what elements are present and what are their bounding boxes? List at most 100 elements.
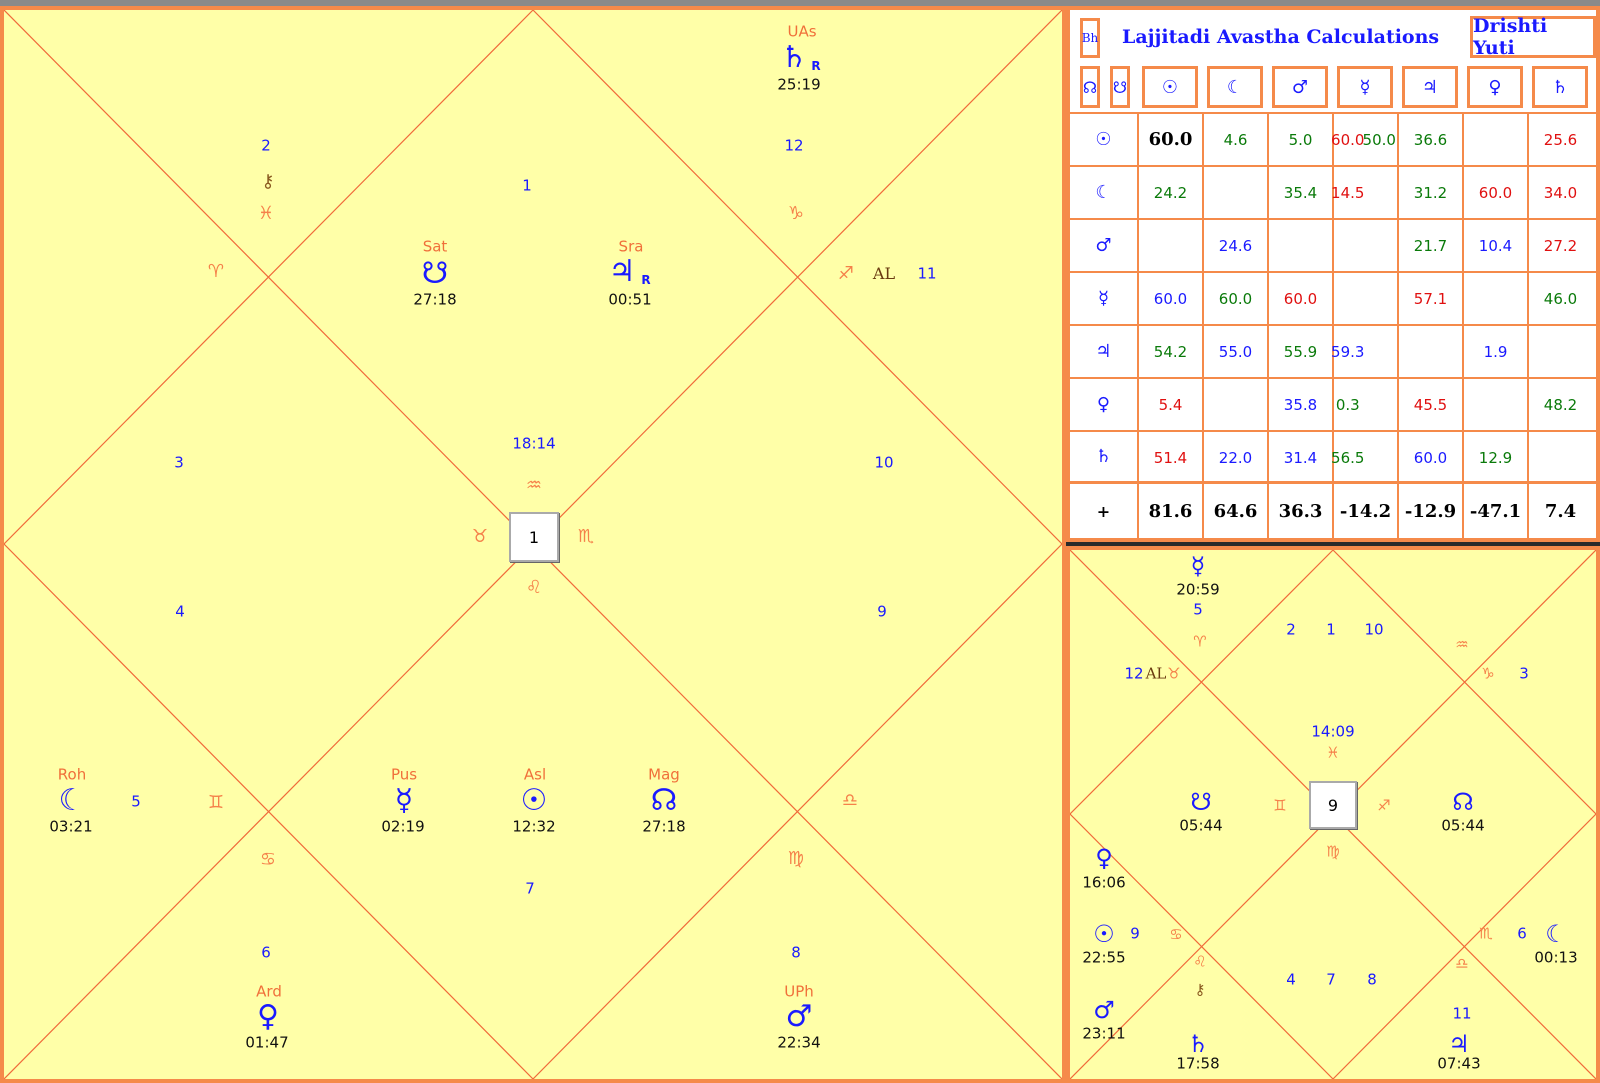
- navamsa-moon-icon[interactable]: ☾: [1545, 922, 1567, 946]
- table-cell: 48.2: [1543, 395, 1578, 414]
- navamsa-mercury-icon[interactable]: ☿: [1191, 554, 1206, 578]
- row-header-mars: ♂: [1095, 235, 1112, 256]
- table-cell: [1330, 220, 1366, 271]
- venus-column-header[interactable]: ♀: [1467, 66, 1523, 108]
- rahu-icon[interactable]: ☊: [651, 786, 678, 816]
- venus-nakshatra: Ard: [256, 982, 282, 1001]
- navamsa-sun-degree: 22:55: [1082, 948, 1126, 967]
- table-cell: [1399, 326, 1462, 377]
- table-cell: [1139, 220, 1202, 271]
- table-cell: 56.5: [1331, 448, 1365, 467]
- table-cell: 14.5: [1331, 183, 1365, 202]
- navamsa-mars-icon[interactable]: ♂: [1093, 998, 1115, 1022]
- sun-icon[interactable]: ☉: [521, 786, 548, 816]
- table-cell: 36.6: [1413, 130, 1448, 149]
- table-cell: 4.6: [1223, 130, 1248, 149]
- moon-nakshatra: Roh: [57, 765, 87, 784]
- table-cell: 59.3: [1331, 342, 1365, 361]
- total-cell: 36.3: [1278, 500, 1323, 522]
- mercury-column-header[interactable]: ☿: [1337, 66, 1393, 108]
- navamsa-chart: ☿ 20:59 5 ♈ 2 1 10 ♒ 12 AL ♉ ♑ 3 14:09 ♓…: [1066, 546, 1600, 1083]
- table-cell: 22.0: [1218, 448, 1253, 467]
- table-cell: 60.0: [1218, 289, 1253, 308]
- total-cell: 64.6: [1213, 500, 1258, 522]
- virgo-icon: ♍: [787, 848, 805, 869]
- house-number-7: 7: [525, 879, 535, 898]
- navamsa-house-10: 10: [1364, 620, 1384, 639]
- house-number-1: 1: [522, 176, 532, 195]
- saturn-icon[interactable]: ♄: [781, 43, 808, 73]
- table-cell: 35.4: [1283, 183, 1318, 202]
- table-cell: [1269, 220, 1332, 271]
- navamsa-ketu-icon[interactable]: ☋: [1190, 790, 1211, 814]
- row-header-total: +: [1096, 501, 1111, 521]
- navamsa-house-2: 2: [1286, 620, 1296, 639]
- moon-column-header[interactable]: ☾: [1207, 66, 1263, 108]
- saturn-nakshatra: UAs: [787, 22, 817, 41]
- lagna-degree: 18:14: [512, 434, 556, 453]
- house-number-4: 4: [175, 602, 185, 621]
- ketu-nakshatra: Sat: [422, 237, 448, 256]
- table-cell: 35.8: [1283, 395, 1318, 414]
- drishti-yuti-button[interactable]: Drishti Yuti: [1470, 15, 1596, 59]
- jupiter-icon[interactable]: ♃: [609, 257, 636, 287]
- table-cell: 24.6: [1218, 236, 1253, 255]
- bh-button[interactable]: Bh: [1080, 18, 1100, 58]
- table-cell: 27.2: [1543, 236, 1578, 255]
- moon-icon[interactable]: ☾: [59, 786, 86, 816]
- table-cell: 45.5: [1413, 395, 1448, 414]
- house-number-8: 8: [791, 943, 801, 962]
- table-cell: [1362, 167, 1398, 218]
- table-cell: [1204, 167, 1267, 218]
- navamsa-saturn-degree: 17:58: [1176, 1054, 1220, 1073]
- navamsa-jupiter-degree: 07:43: [1437, 1054, 1481, 1073]
- navamsa-jupiter-icon[interactable]: ♃: [1448, 1032, 1470, 1056]
- house-number-3: 3: [174, 453, 184, 472]
- house-number-9: 9: [877, 602, 887, 621]
- house-number-5: 5: [131, 792, 141, 811]
- moon-degree: 03:21: [49, 817, 93, 836]
- saturn-retro-marker: R: [811, 59, 821, 73]
- mars-column-header[interactable]: ♂: [1272, 66, 1328, 108]
- sun-nakshatra: Asl: [523, 765, 547, 784]
- navamsa-mars-degree: 23:11: [1082, 1024, 1126, 1043]
- ketu-icon[interactable]: ☋: [422, 259, 449, 289]
- table-cell: 5.4: [1158, 395, 1183, 414]
- navamsa-house-4: 4: [1286, 970, 1296, 989]
- navamsa-sun-icon[interactable]: ☉: [1093, 922, 1115, 946]
- house-number-11: 11: [917, 264, 937, 283]
- table-cell: 54.2: [1153, 342, 1188, 361]
- navamsa-center-box[interactable]: 9: [1309, 781, 1357, 829]
- navamsa-rahu-icon[interactable]: ☊: [1452, 790, 1473, 814]
- saturn-degree: 25:19: [777, 75, 821, 94]
- navamsa-house-8: 8: [1367, 970, 1377, 989]
- table-cell: [1204, 379, 1267, 430]
- navamsa-saturn-icon[interactable]: ♄: [1187, 1032, 1209, 1056]
- table-cell: 60.0: [1413, 448, 1448, 467]
- mercury-icon[interactable]: ☿: [395, 786, 413, 816]
- navamsa-moon-degree: 00:13: [1534, 948, 1578, 967]
- row-header-venus: ♀: [1096, 394, 1111, 415]
- jupiter-column-header[interactable]: ♃: [1402, 66, 1458, 108]
- ketu-degree: 27:18: [413, 290, 457, 309]
- mars-icon[interactable]: ♂: [786, 1002, 813, 1032]
- rahu-column-toggle[interactable]: ☊: [1080, 66, 1100, 108]
- navamsa-gemini-icon: ♊: [1273, 796, 1287, 815]
- table-cell: [1362, 379, 1398, 430]
- chiron-icon: ⚷: [261, 171, 275, 192]
- venus-icon[interactable]: ♀: [257, 1002, 279, 1032]
- ketu-column-toggle[interactable]: ☋: [1110, 66, 1130, 108]
- table-cell: [1464, 379, 1527, 430]
- table-cell: [1362, 326, 1398, 377]
- table-cell: 60.0: [1331, 130, 1365, 149]
- scorpio-icon: ♏: [577, 526, 595, 547]
- center-lagna-box[interactable]: 1: [509, 512, 559, 562]
- gemini-icon: ♊: [207, 792, 225, 813]
- house-number-10: 10: [874, 453, 894, 472]
- saturn-column-header[interactable]: ♄: [1532, 66, 1588, 108]
- table-cell: 60.0: [1478, 183, 1513, 202]
- sun-column-header[interactable]: ☉: [1142, 66, 1198, 108]
- sun-degree: 12:32: [512, 817, 556, 836]
- libra-icon: ♎: [841, 790, 859, 811]
- navamsa-venus-icon[interactable]: ♀: [1095, 846, 1113, 870]
